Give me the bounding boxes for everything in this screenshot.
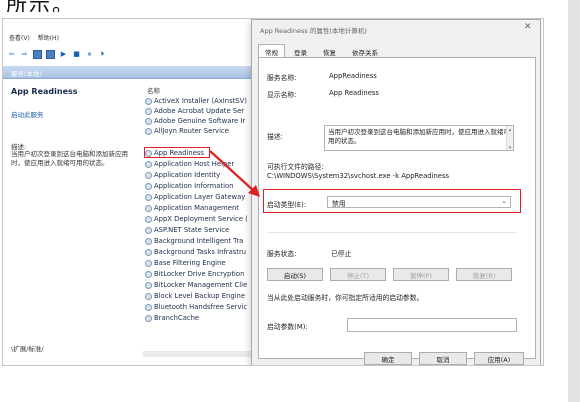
service-row[interactable]: BranchCache (145, 313, 199, 323)
service-row[interactable]: Background Intelligent Tra (145, 236, 243, 246)
start-button[interactable]: 启动(S) (267, 268, 323, 281)
service-gear-icon (145, 226, 152, 234)
service-row[interactable]: Application Management (145, 203, 239, 213)
display-name-label: 显示名称: (267, 91, 297, 99)
service-gear-icon (145, 237, 152, 245)
exe-path-value: C:\WINDOWS\System32\svchost.exe -k AppRe… (267, 172, 450, 180)
services-detail-pane: App Readiness 启动此服务 描述: 当用户初次登录到这台电脑和添加新… (3, 79, 139, 349)
exe-path-label: 可执行文件的路径: (267, 163, 324, 171)
description-box[interactable]: 当用户初次登录到这台电脑和添加新应用时，使应用进入就绪可用的状态。 ▴ ▾ (324, 125, 514, 151)
back-icon[interactable]: ⇦ (7, 50, 16, 59)
service-gear-icon (145, 303, 152, 311)
extended-standard-tabs[interactable]: \扩展/标准/ (11, 343, 44, 353)
service-row[interactable]: Background Tasks Infrastru (145, 247, 246, 257)
service-row[interactable]: Block Level Backup Engine (145, 291, 245, 301)
play-icon[interactable]: ▶ (59, 50, 68, 59)
column-header-name[interactable]: 名称 (147, 85, 160, 95)
service-gear-icon (145, 127, 152, 135)
service-row[interactable]: Bluetooth Handsfree Servic (145, 302, 247, 312)
cancel-button[interactable]: 取消 (419, 352, 467, 365)
service-row[interactable]: ASP.NET State Service (145, 225, 229, 235)
properties-icon[interactable] (46, 49, 55, 59)
ok-button[interactable]: 确定 (364, 352, 412, 365)
divider (267, 232, 517, 233)
startup-type-highlight (263, 189, 521, 213)
service-row[interactable]: Base Filtering Engine (145, 258, 226, 268)
services-toolbar: ⇦ ⇨ ▶ ■ ⏸ ⏵ (3, 47, 253, 61)
page-side-strip (568, 0, 580, 402)
pause-button[interactable]: 暂停(P) (393, 268, 449, 281)
description-label: 描述: (267, 133, 283, 141)
general-tab-panel: 服务名称: AppReadiness 显示名称: App Readiness 描… (258, 57, 536, 359)
screenshot-frame: 查看(V) 帮助(H) ⇦ ⇨ ▶ ■ ⏸ ⏵ 服务(本地) App Readi… (2, 18, 544, 366)
selected-service-highlight (144, 147, 210, 158)
service-gear-icon (145, 314, 152, 322)
article-heading-fragment: 所示。 (6, 0, 186, 12)
service-gear-icon (145, 97, 152, 105)
service-status-value: 已停止 (331, 250, 352, 258)
description-text: 当用户初次登录到这台电脑和添加新应用时，使应用进入就绪可用的状态。 (328, 128, 510, 145)
service-gear-icon (145, 248, 152, 256)
service-status-label: 服务状态: (267, 250, 297, 258)
display-name-value: App Readiness (329, 89, 379, 97)
pause-icon[interactable]: ⏸ (85, 50, 94, 59)
services-list-scrollbar[interactable] (143, 351, 255, 357)
service-gear-icon (145, 171, 152, 179)
service-row[interactable]: Adobe Acrobat Update Ser (145, 106, 244, 116)
menu-help[interactable]: 帮助(H) (38, 35, 59, 42)
article-heading-text: 所示。 (6, 0, 75, 12)
restart-icon[interactable]: ⏵ (98, 50, 107, 59)
service-gear-icon (145, 215, 152, 223)
service-row[interactable]: Adobe Genuine Software Ir (145, 116, 245, 126)
description-text: 当用户初次登录到这台电脑和添加新应用时，使应用进入就绪可用的状态。 (11, 150, 128, 167)
service-gear-icon (145, 160, 152, 168)
service-row[interactable]: ActiveX Installer (AxInstSV) (145, 96, 247, 106)
services-header-text: 服务(本地) (11, 70, 43, 78)
service-gear-icon (145, 117, 152, 125)
start-params-input[interactable] (347, 318, 517, 332)
service-row[interactable]: BitLocker Management Clie (145, 280, 247, 290)
forward-icon[interactable]: ⇨ (20, 50, 29, 59)
apply-button[interactable]: 应用(A) (474, 352, 524, 365)
start-params-hint: 当从此处启动服务时，你可指定所适用的启动参数。 (267, 294, 424, 302)
service-gear-icon (145, 281, 152, 289)
service-gear-icon (145, 270, 152, 278)
service-gear-icon (145, 204, 152, 212)
stop-button[interactable]: 停止(T) (330, 268, 386, 281)
stop-icon[interactable]: ■ (72, 50, 81, 59)
dialog-title: App Readiness 的属性(本地计算机) (260, 27, 367, 35)
menu-view[interactable]: 查看(V) (9, 35, 30, 42)
services-menubar: 查看(V) 帮助(H) (3, 33, 253, 45)
service-gear-icon (145, 107, 152, 115)
properties-dialog: App Readiness 的属性(本地计算机) ✕ 常规 登录 恢复 依存关系… (251, 19, 541, 365)
description-scrollbar[interactable]: ▴ ▾ (506, 126, 513, 151)
console-tree-icon[interactable] (33, 49, 42, 59)
service-row[interactable]: AllJoyn Router Service (145, 126, 229, 136)
service-gear-icon (145, 193, 152, 201)
service-gear-icon (145, 182, 152, 190)
service-row[interactable]: BitLocker Drive Encryption (145, 269, 244, 279)
resume-button[interactable]: 恢复(R) (456, 268, 512, 281)
red-arrow-annotation (209, 150, 260, 197)
service-name-label: 服务名称: (267, 74, 297, 82)
background-window-edge (539, 97, 543, 337)
services-header-band: 服务(本地) (3, 66, 253, 79)
service-row[interactable]: AppX Deployment Service ( (145, 214, 248, 224)
start-params-label: 启动参数(M): (267, 323, 308, 331)
start-service-link[interactable]: 启动此服务 (11, 109, 44, 119)
selected-service-title: App Readiness (11, 87, 78, 96)
service-gear-icon (145, 259, 152, 267)
service-gear-icon (145, 292, 152, 300)
close-icon[interactable]: ✕ (524, 22, 532, 32)
service-name-value: AppReadiness (329, 72, 377, 80)
